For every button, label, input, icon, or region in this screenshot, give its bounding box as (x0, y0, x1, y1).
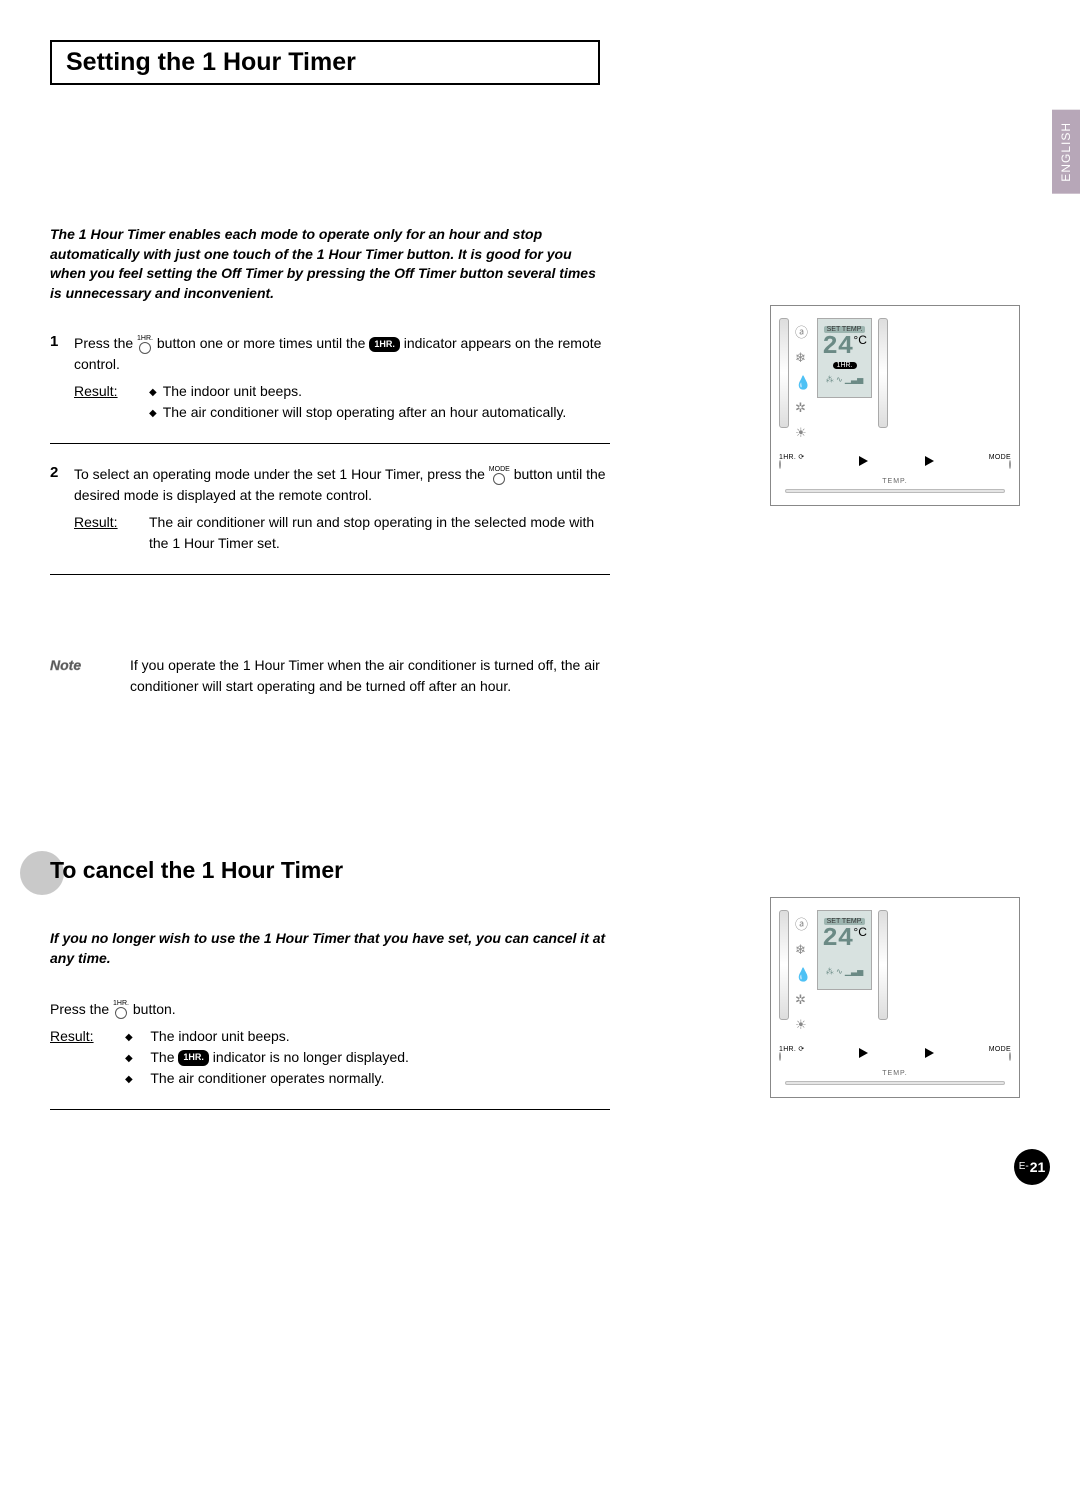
main-content: The 1 Hour Timer enables each mode to op… (50, 225, 610, 697)
language-tab: ENGLISH (1052, 110, 1080, 194)
button-row: 1HR. ⟳ MODE (779, 453, 1011, 468)
temp-value: 24 (822, 923, 853, 953)
1hr-indicator-icon: 1HR. (178, 1050, 209, 1066)
intro-paragraph: The 1 Hour Timer enables each mode to op… (50, 225, 610, 303)
cool-icon: ❄ (795, 942, 811, 958)
heat-icon: ☀ (795, 1017, 811, 1033)
dry-icon: 💧 (795, 375, 811, 391)
fan-icon: ✲ (795, 992, 811, 1008)
temp-unit: °C (853, 333, 866, 347)
arrow-icon (859, 1048, 868, 1058)
temp-value: 24 (822, 331, 853, 361)
dry-icon: 💧 (795, 967, 811, 983)
step-number: 2 (50, 464, 74, 554)
1hr-button-label: 1HR. (779, 454, 796, 461)
text: button one or more times until the (157, 335, 369, 351)
temp-strip (785, 489, 1005, 493)
temp-button-label: TEMP. (779, 1070, 1011, 1077)
note-row: Note If you operate the 1 Hour Timer whe… (50, 655, 610, 697)
arrow-icon (925, 456, 934, 466)
auto-icon: ⓐ (795, 322, 811, 341)
1hr-button-icon: 1HR. (113, 1000, 129, 1019)
bullet-text: The air conditioner operates normally. (139, 1068, 385, 1089)
mode-button-label: MODE (989, 454, 1011, 461)
page-number: E-21 (1014, 1149, 1050, 1185)
cool-icon: ❄ (795, 350, 811, 366)
bullet-text: The air conditioner will stop operating … (163, 402, 567, 423)
result-bullets: The indoor unit beeps. The air condition… (149, 381, 610, 423)
bullet-text: The indoor unit beeps. (139, 1026, 290, 1047)
result-bullets: The indoor unit beeps. The 1HR. indicato… (125, 1026, 610, 1089)
temp-strip (785, 1081, 1005, 1085)
fan-icon: ✲ (795, 400, 811, 416)
lcd-screen: SET TEMP. 24°C ⁂ ∿ ▁▃▅ (817, 910, 872, 990)
remote-illustration-1: ⓐ ❄ 💧 ✲ ☀ SET TEMP. 24°C 1HR. ⁂ ∿ ▁▃▅ (770, 305, 1020, 506)
mode-button[interactable] (1009, 460, 1011, 469)
text: Press the (74, 335, 137, 351)
mode-button-label: MODE (989, 1046, 1011, 1053)
button-row: 1HR. ⟳ MODE (779, 1045, 1011, 1060)
heat-icon: ☀ (795, 425, 811, 441)
arrow-icon (925, 1048, 934, 1058)
1hr-indicator-icon: 1HR. (369, 337, 400, 353)
1hr-button-icon: 1HR. (137, 335, 153, 354)
result-label: Result: (74, 381, 149, 423)
step-body: Press the 1HR. button one or more times … (74, 333, 610, 423)
fan-speed-icons: ⁂ ∿ ▁▃▅ (822, 967, 867, 976)
step-body: To select an operating mode under the se… (74, 464, 610, 554)
bullet-text: The 1HR. indicator is no longer displaye… (139, 1047, 409, 1068)
mode-button[interactable] (1009, 1052, 1011, 1061)
mode-button-icon: MODE (489, 466, 510, 485)
step-number: 1 (50, 333, 74, 423)
temp-button-label: TEMP. (779, 478, 1011, 485)
cancel-step: Press the 1HR. button. Result: The indoo… (50, 999, 610, 1110)
note-text: If you operate the 1 Hour Timer when the… (130, 655, 610, 697)
page-title: Setting the 1 Hour Timer (66, 48, 584, 77)
temp-unit: °C (853, 925, 866, 939)
cancel-intro: If you no longer wish to use the 1 Hour … (50, 929, 610, 968)
fan-speed-icons: ⁂ ∿ ▁▃▅ (822, 375, 867, 384)
step-1: 1 Press the 1HR. button one or more time… (50, 333, 610, 444)
auto-icon: ⓐ (795, 914, 811, 933)
lcd-screen: SET TEMP. 24°C 1HR. ⁂ ∿ ▁▃▅ (817, 318, 872, 398)
remote-illustration-2: ⓐ ❄ 💧 ✲ ☀ SET TEMP. 24°C ⁂ ∿ ▁▃▅ (770, 897, 1020, 1098)
result-label: Result: (50, 1026, 125, 1089)
text: To select an operating mode under the se… (74, 466, 489, 482)
step-body: Press the 1HR. button. Result: The indoo… (50, 999, 610, 1089)
mode-icons: ⓐ ❄ 💧 ✲ ☀ (795, 910, 811, 1033)
arrow-icon (859, 456, 868, 466)
mode-icons: ⓐ ❄ 💧 ✲ ☀ (795, 318, 811, 441)
text: button. (133, 1001, 176, 1017)
text: Press the (50, 1001, 113, 1017)
cancel-heading: To cancel the 1 Hour Timer (50, 857, 610, 884)
title-box: Setting the 1 Hour Timer (50, 40, 600, 85)
note-label: Note (50, 655, 130, 697)
1hr-button[interactable] (779, 1052, 781, 1061)
1hr-button-label: 1HR. (779, 1046, 796, 1053)
1hr-pill: 1HR. (833, 362, 857, 369)
cancel-section: To cancel the 1 Hour Timer If you no lon… (50, 857, 610, 1129)
1hr-button[interactable] (779, 460, 781, 469)
result-label: Result: (74, 512, 149, 554)
result-text: The air conditioner will run and stop op… (149, 512, 610, 554)
bullet-text: The indoor unit beeps. (163, 381, 302, 402)
step-2: 2 To select an operating mode under the … (50, 464, 610, 575)
